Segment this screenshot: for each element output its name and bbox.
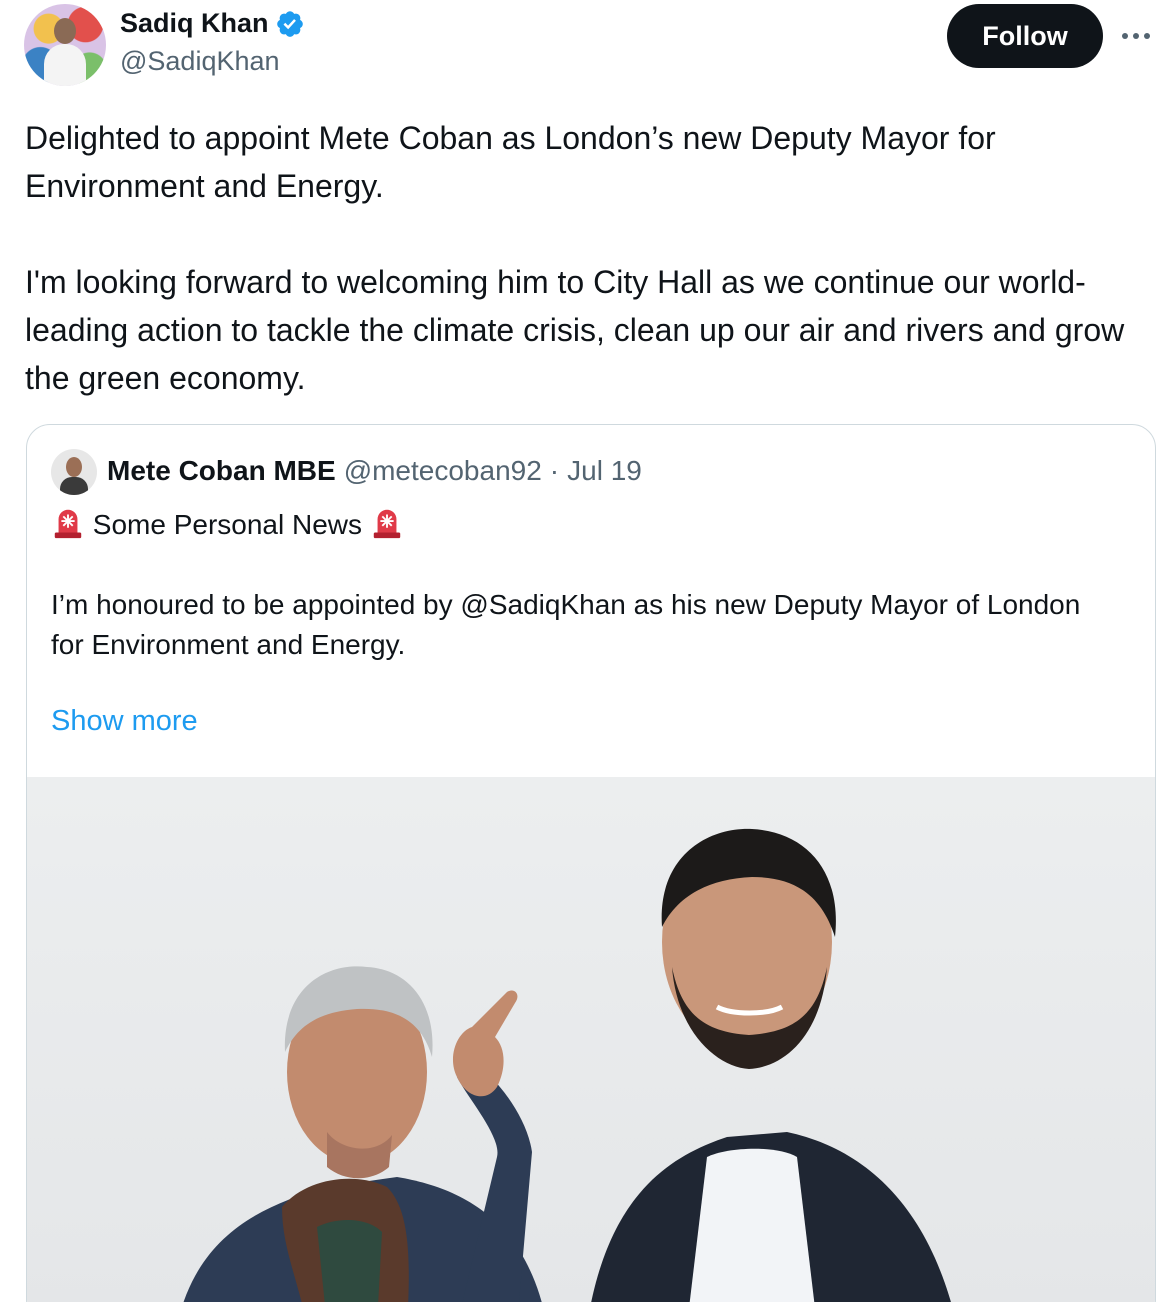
author-display-name[interactable]: Sadiq Khan bbox=[120, 8, 269, 39]
avatar-body bbox=[44, 44, 86, 86]
tweet-paragraph: I'm looking forward to welcoming him to … bbox=[25, 264, 1125, 396]
quoted-author-avatar[interactable] bbox=[51, 449, 97, 495]
quoted-photo[interactable] bbox=[27, 777, 1155, 1302]
show-more-link[interactable]: Show more bbox=[51, 705, 198, 738]
avatar-head bbox=[54, 18, 76, 44]
rotating-light-emoji-icon bbox=[373, 509, 401, 539]
tweet-text: Delighted to appoint Mete Coban as Londo… bbox=[25, 114, 1135, 402]
more-dot bbox=[1144, 33, 1150, 39]
avatar-body bbox=[60, 477, 88, 495]
quoted-meta: Mete Coban MBE @metecoban92 · Jul 19 bbox=[107, 455, 642, 487]
author-avatar[interactable] bbox=[24, 4, 106, 86]
quoted-tweet-card[interactable]: Mete Coban MBE @metecoban92 · Jul 19 Som… bbox=[26, 424, 1156, 1302]
follow-button[interactable]: Follow bbox=[947, 4, 1103, 68]
author-name-row: Sadiq Khan bbox=[120, 8, 305, 39]
avatar-head bbox=[66, 457, 82, 477]
more-horizontal-icon[interactable] bbox=[1122, 26, 1154, 46]
rotating-light-emoji-icon bbox=[54, 509, 82, 539]
quoted-headline-text: Some Personal News bbox=[92, 509, 363, 540]
more-dot bbox=[1133, 33, 1139, 39]
author-handle[interactable]: @SadiqKhan bbox=[120, 46, 280, 77]
tweet-paragraph: Delighted to appoint Mete Coban as Londo… bbox=[25, 120, 996, 204]
quoted-handle[interactable]: @metecoban92 bbox=[344, 455, 542, 487]
more-dot bbox=[1122, 33, 1128, 39]
quoted-date[interactable]: Jul 19 bbox=[567, 455, 642, 487]
quoted-body: I’m honoured to be appointed by @SadiqKh… bbox=[51, 589, 1081, 660]
quoted-headline: Some Personal News bbox=[51, 505, 404, 545]
verified-badge-icon bbox=[276, 10, 303, 37]
meta-separator: · bbox=[549, 455, 560, 486]
photo-illustration bbox=[183, 828, 951, 1302]
quoted-display-name[interactable]: Mete Coban MBE bbox=[107, 455, 336, 487]
